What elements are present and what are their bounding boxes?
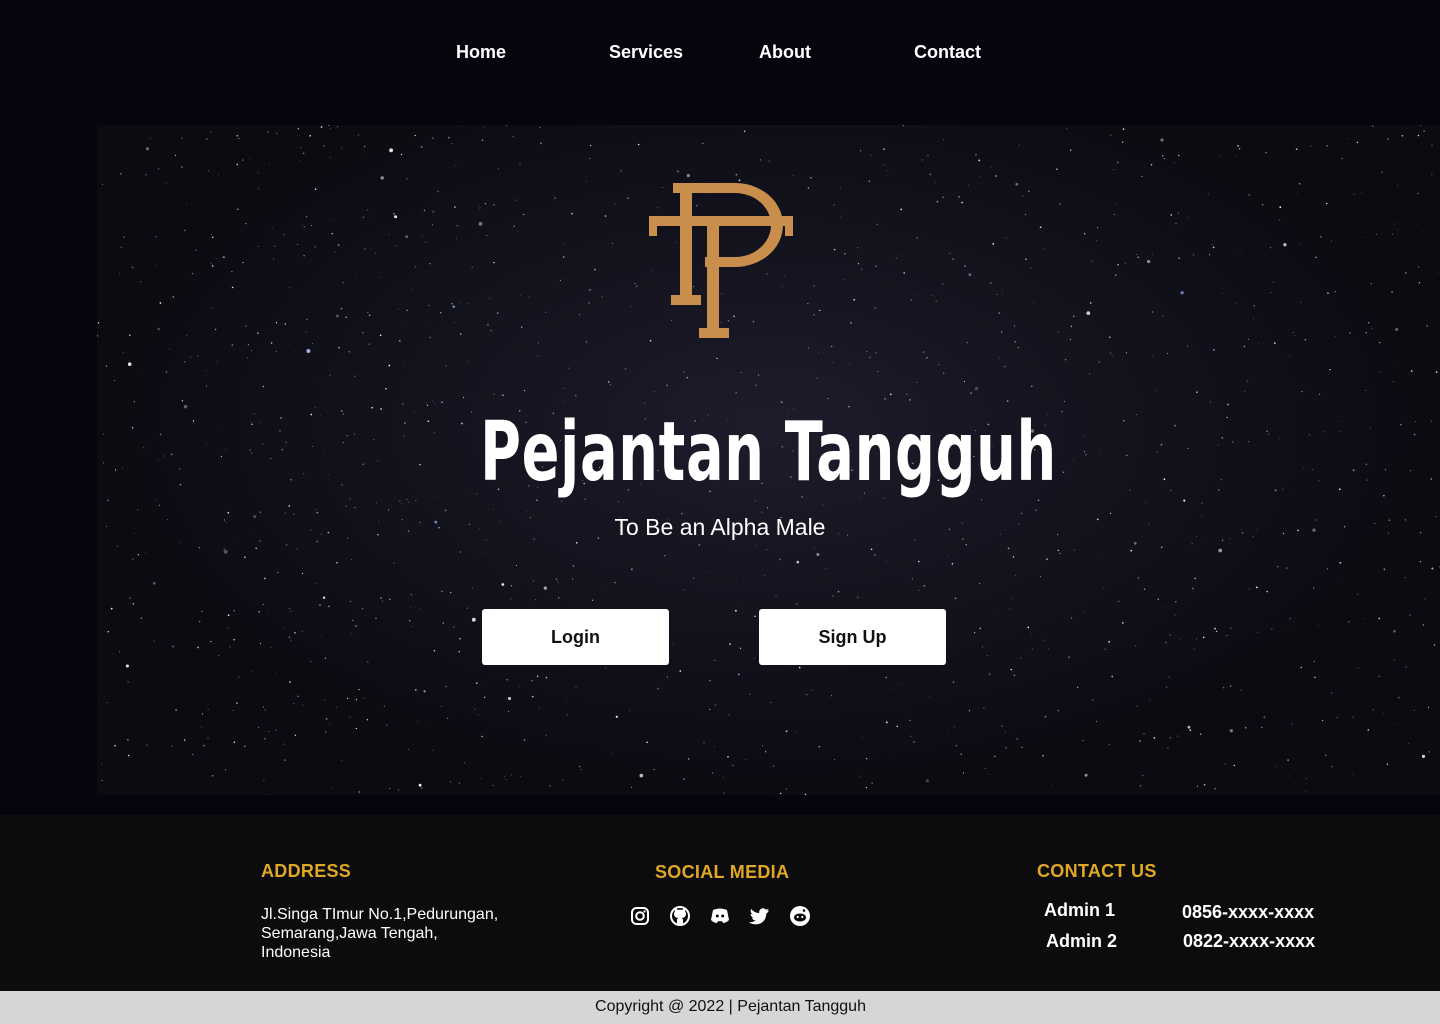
reddit-icon[interactable] xyxy=(789,905,811,927)
address-heading: ADDRESS xyxy=(261,861,352,881)
address-text: Jl.Singa TImur No.1,Pedurungan, Semarang… xyxy=(261,905,541,962)
address-line: Indonesia xyxy=(261,944,331,961)
address-line: Semarang,Jawa Tengah, xyxy=(261,925,438,942)
footer: ADDRESS Jl.Singa TImur No.1,Pedurungan, … xyxy=(0,815,1440,991)
nav-contact-link[interactable]: Contact xyxy=(914,41,981,63)
hero-section: PT Pejantan Tangguh To Be an Alpha Male … xyxy=(97,125,1440,795)
social-heading: SOCIAL MEDIA xyxy=(655,862,790,882)
admin-2-name: Admin 2 xyxy=(1046,931,1118,951)
copyright-bar: Copyright @ 2022 | Pejantan Tangguh xyxy=(0,991,1440,1024)
nav-about-link[interactable]: About xyxy=(759,41,811,63)
github-icon[interactable] xyxy=(669,905,691,927)
top-nav: Home Services About Contact xyxy=(0,0,1440,105)
signup-button[interactable]: Sign Up xyxy=(759,609,946,665)
contact-heading: CONTACT US xyxy=(1037,861,1157,881)
instagram-icon[interactable] xyxy=(629,905,651,927)
twitter-icon[interactable] xyxy=(748,905,771,927)
admin-1-name: Admin 1 xyxy=(1044,900,1116,920)
hero-subtitle: To Be an Alpha Male xyxy=(614,514,826,540)
login-button[interactable]: Login xyxy=(482,609,669,665)
social-links xyxy=(629,905,811,927)
hero-title: Pejantan Tangguh xyxy=(480,405,1057,500)
admin-2-phone[interactable]: 0822-xxxx-xxxx xyxy=(1183,931,1315,952)
address-line: Jl.Singa TImur No.1,Pedurungan, xyxy=(261,906,499,923)
nav-services-link[interactable]: Services xyxy=(609,41,683,63)
pt-logo-icon: PT xyxy=(649,183,793,338)
discord-icon[interactable] xyxy=(709,905,731,927)
nav-home-link[interactable]: Home xyxy=(456,41,506,63)
admin-1-phone[interactable]: 0856-xxxx-xxxx xyxy=(1182,902,1314,923)
